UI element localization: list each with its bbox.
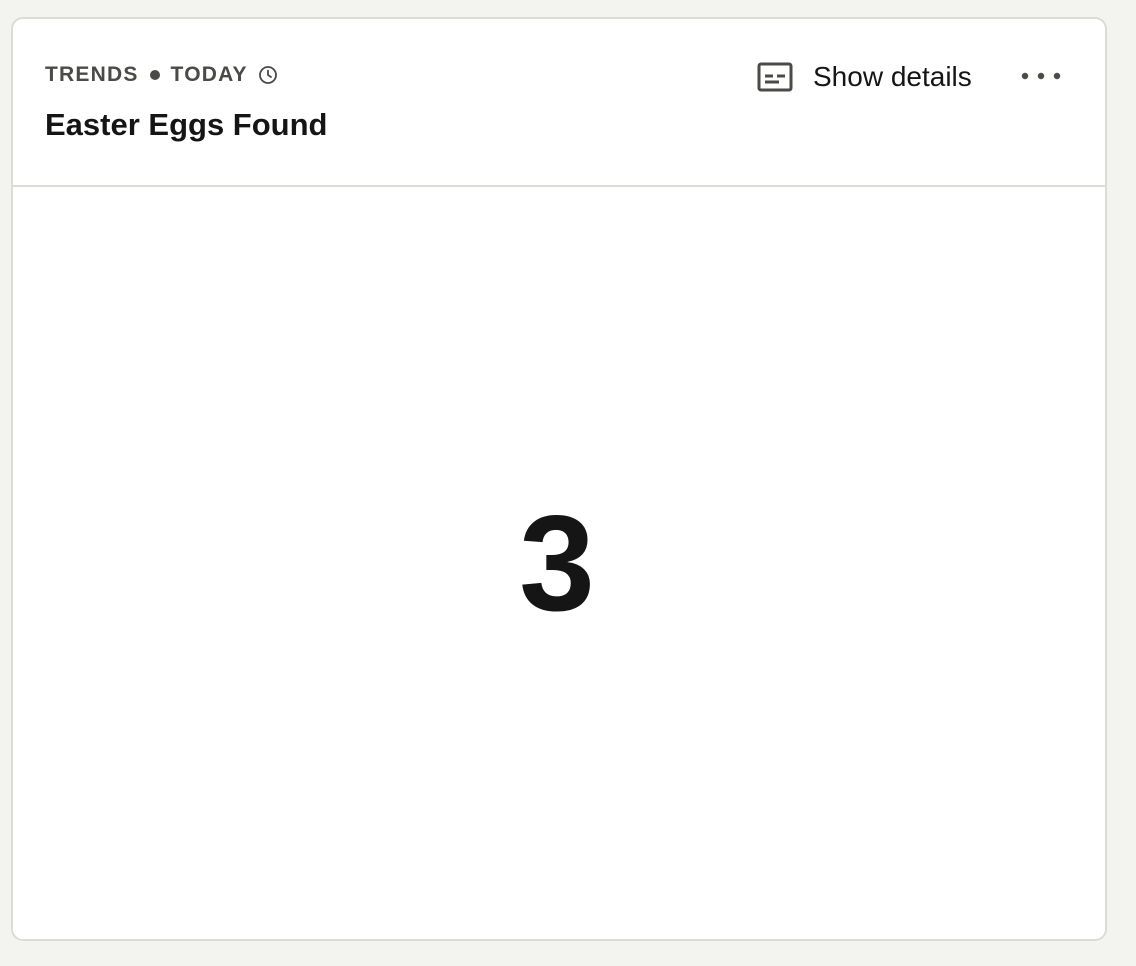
show-details-label: Show details [813,61,972,92]
date-range-label: TODAY [170,63,248,86]
insight-meta: TRENDS TODAY [45,63,278,87]
more-dots-icon [1021,72,1061,80]
insight-type-label: TRENDS [45,63,139,86]
separator-dot [149,70,160,80]
card-title[interactable]: Easter Eggs Found [45,107,327,143]
show-details-button[interactable]: Show details [757,57,972,97]
metric-value: 3 [519,487,595,639]
details-panel-icon [757,62,793,92]
card-header: TRENDS TODAY Easter Eggs Found Show deta… [13,19,1105,187]
clock-icon[interactable] [258,65,278,85]
card-body: 3 [13,187,1105,939]
more-options-button[interactable] [1017,61,1065,91]
insight-card: TRENDS TODAY Easter Eggs Found Show deta… [11,17,1107,941]
